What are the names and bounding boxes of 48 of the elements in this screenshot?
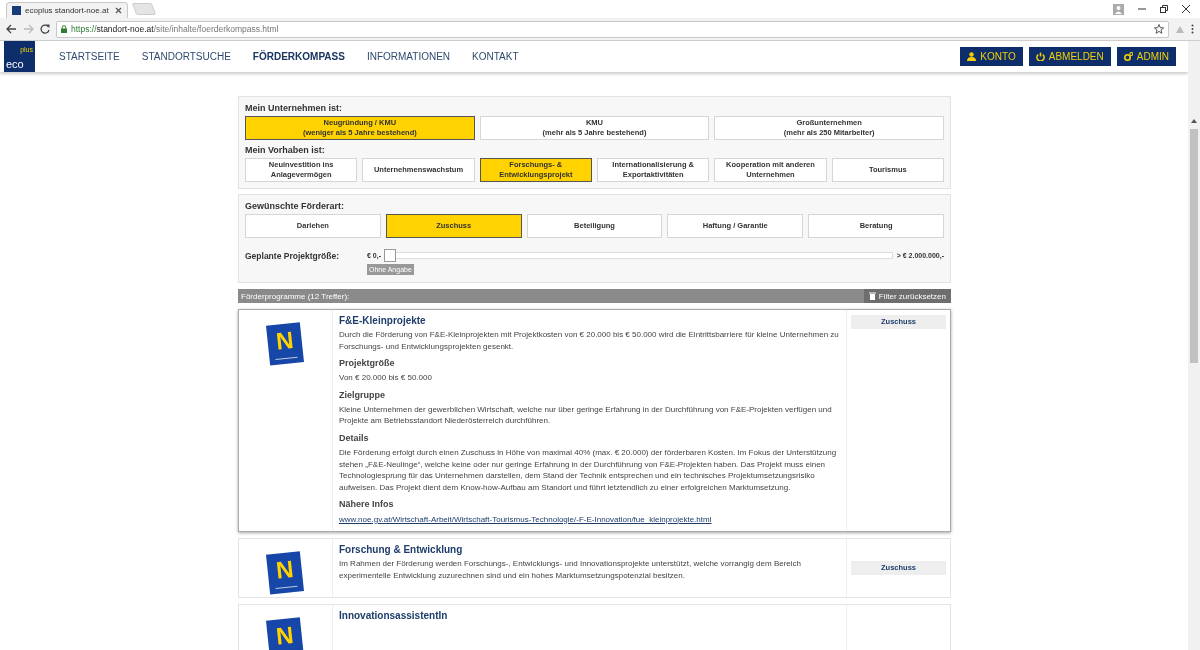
restore-icon[interactable]: [1160, 5, 1168, 13]
program-description: Durch die Förderung von F&E-Kleinprojekten mit Projektkosten von € 20.000 bis € 50.000 wird die Eintrittsbarriere für kleine Unternehmen zu Forschungs- und Entwicklungsprojekten gesenkt.: [339, 329, 840, 353]
results-count: Förderprogramme (12 Treffer):: [240, 291, 351, 301]
header-button[interactable]: ABMELDEN: [1028, 47, 1111, 66]
section-text: Kleine Unternehmen der gewerblichen Wirtschaft, welche nur über geringe Erfahrung in der Durchführung von F&E-Projekten verfügen und Projekte am Betriebsstandort Niederösterreich durchführen.: [339, 403, 833, 428]
section-heading: Nähere Infos: [339, 498, 395, 512]
address-field[interactable]: https://standort-noe.at/site/inhalte/foerderkompass.html: [56, 20, 1169, 38]
nav-link[interactable]: STARTSEITE: [59, 51, 120, 62]
browser-tab[interactable]: ecoplus standort-noe.at: [6, 2, 128, 18]
program-title[interactable]: F&E-Kleinprojekte: [339, 314, 840, 327]
filter-label: Geplante Projektgröße:: [245, 250, 340, 261]
filter-label: Gewünschte Förderart:: [245, 200, 346, 211]
close-icon[interactable]: [115, 7, 122, 14]
section-text: Von € 20.000 bis € 50.000: [339, 372, 433, 384]
nav-link[interactable]: FÖRDERKOMPASS: [252, 51, 345, 62]
scrollbar-thumb[interactable]: [1190, 129, 1198, 363]
header-button[interactable]: KONTO: [960, 47, 1023, 66]
info-link[interactable]: www.noe.gv.at/Wirtschaft-Arbeit/Wirtschaft-Tourismus-Technologie/-F-E-Innovation/fue_kleinprojekte.html: [339, 514, 712, 524]
menu-icon[interactable]: [1191, 24, 1194, 34]
section-heading: Details: [339, 432, 370, 446]
trash-icon: [868, 292, 876, 300]
program-title[interactable]: InnovationsassistentIn: [339, 609, 840, 623]
filter-label: Mein Unternehmen ist:: [245, 102, 343, 113]
size-slider[interactable]: [385, 249, 893, 262]
scroll-up-icon[interactable]: [1191, 119, 1197, 123]
power-icon: [1035, 52, 1045, 61]
reset-filter-button[interactable]: Filter zurücksetzen: [863, 289, 951, 303]
tab-title: ecoplus standort-noe.at: [25, 6, 110, 15]
back-icon[interactable]: [6, 24, 17, 34]
section-heading: Zielgruppe: [339, 388, 386, 402]
favicon-icon: [12, 6, 21, 15]
lock-icon: [61, 25, 67, 33]
user-icon: [967, 52, 977, 61]
program-description: Im Rahmen der Förderung werden Forschungs-, Entwicklungs- und Innovationsprojekte unterstützt, welche vorrangig dem Bereich experimentelle Entwicklung zuzurechnen sind und ein hohes Marktumsetzungspotenzial besitzen.: [339, 558, 802, 582]
header-button[interactable]: ADMIN: [1116, 47, 1176, 66]
section-text: Die Förderung erfolgt durch einen Zuschuss in Höhe von maximal 40% (max. € 20.000) der förderbaren Kosten. Im Fokus der Unterstützung stehen „F&E-Neulinge“, welche keine oder nur geringe Erfahrung in der Durchführung von F&E-Projekten haben. Das Projekt muss einen Technologiesprung für das Unternehmen darstellen, dem Stand der Technik entsprechen und ein technisches Projektumsetzungsrisiko aufweisen. Das Projekt dient dem Know-how-Aufbau am Standort und führt letztendlich zu einer erfolgreichen Marktumsetzung.: [339, 447, 838, 494]
minimize-icon[interactable]: [1138, 5, 1146, 13]
program-title[interactable]: Forschung & Entwicklung: [339, 543, 840, 557]
section-heading: Projektgröße: [339, 357, 396, 371]
url-text: https://standort-noe.at/site/inhalte/foerderkompass.html: [71, 24, 279, 34]
star-icon[interactable]: [1154, 24, 1164, 34]
nav-link[interactable]: INFORMATIONEN: [366, 51, 451, 62]
nav-link[interactable]: KONTAKT: [472, 51, 519, 62]
close-icon[interactable]: [1182, 5, 1190, 13]
slider-handle[interactable]: [384, 249, 396, 262]
filter-label: Mein Vorhaben ist:: [245, 144, 326, 155]
nav-link[interactable]: STANDORTSUCHE: [141, 51, 231, 62]
reload-icon[interactable]: [40, 24, 50, 34]
